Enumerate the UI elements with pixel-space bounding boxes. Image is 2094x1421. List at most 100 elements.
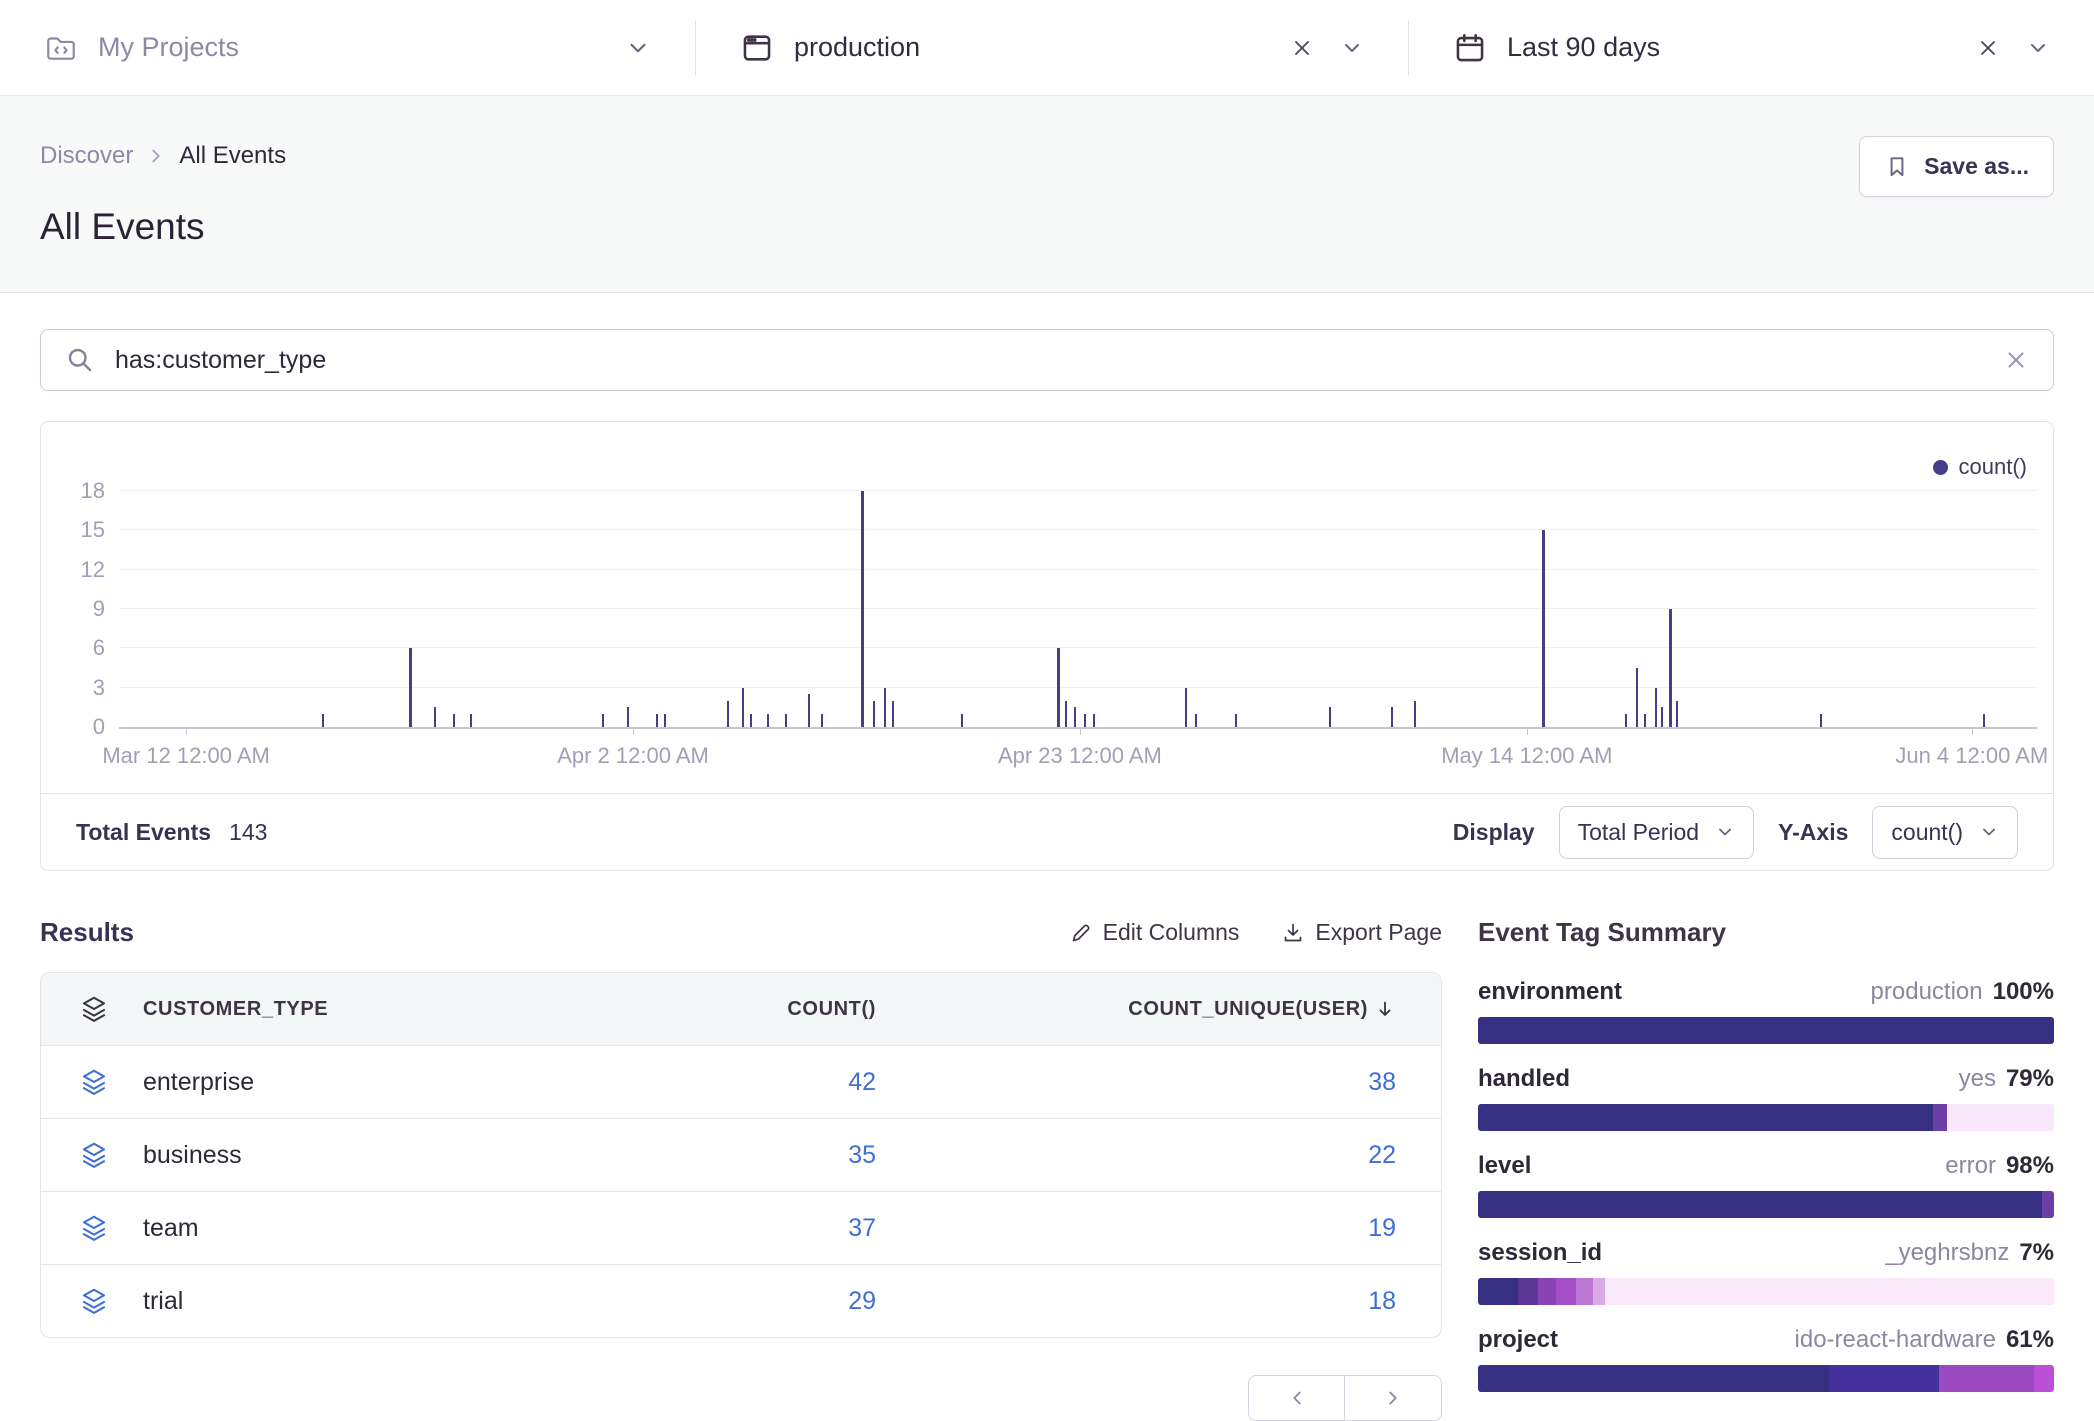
count-unique-cell-link[interactable]: 22 bbox=[1368, 1141, 1396, 1170]
search-clear-icon[interactable] bbox=[2003, 347, 2029, 373]
chart-bar bbox=[884, 688, 886, 727]
y-axis-tick-label: 15 bbox=[81, 517, 105, 543]
tag-top-value: yes79% bbox=[1959, 1065, 2054, 1093]
customer-type-cell: enterprise bbox=[143, 1068, 556, 1097]
stack-icon bbox=[79, 1067, 143, 1097]
display-dropdown[interactable]: Total Period bbox=[1559, 806, 1754, 859]
events-chart: count() 0369121518Mar 12 12:00 AMApr 2 1… bbox=[41, 422, 2053, 793]
table-row[interactable]: business3522 bbox=[41, 1118, 1441, 1191]
chevron-right-icon bbox=[1382, 1387, 1404, 1409]
count-cell-link[interactable]: 29 bbox=[848, 1287, 876, 1316]
breadcrumb-chevron-right-icon bbox=[145, 145, 167, 167]
table-row[interactable]: team3719 bbox=[41, 1191, 1441, 1264]
results-section: Results Edit Columns Export Page CUSTOME… bbox=[40, 915, 1442, 1421]
events-chart-card: count() 0369121518Mar 12 12:00 AMApr 2 1… bbox=[40, 421, 2054, 871]
pagination-previous-button[interactable] bbox=[1248, 1375, 1345, 1421]
chart-bar bbox=[1329, 707, 1331, 727]
y-axis-tick-label: 6 bbox=[93, 635, 105, 661]
column-header-count-unique[interactable]: COUNT_UNIQUE(USER) bbox=[1128, 998, 1396, 1021]
chart-bar bbox=[1185, 688, 1187, 727]
date-range-clear-icon[interactable] bbox=[1976, 36, 2000, 60]
legend-series-label: count() bbox=[1959, 454, 2027, 480]
count-unique-cell-link[interactable]: 18 bbox=[1368, 1287, 1396, 1316]
chart-bar bbox=[1625, 714, 1627, 727]
event-tag-summary-section: Event Tag Summary environmentproduction1… bbox=[1478, 915, 2054, 1421]
tag-top-value: error98% bbox=[1945, 1152, 2054, 1180]
column-header-count[interactable]: COUNT() bbox=[787, 998, 876, 1021]
page-header: Discover All Events Save as... All Event… bbox=[0, 96, 2094, 293]
tag-value: ido-react-hardware bbox=[1795, 1326, 1996, 1354]
tag-value: production bbox=[1871, 978, 1983, 1006]
tag-distribution-bar[interactable] bbox=[1478, 1278, 2054, 1305]
chart-bar bbox=[808, 694, 810, 727]
browser-window-icon bbox=[740, 31, 774, 65]
pagination-next-button[interactable] bbox=[1345, 1375, 1442, 1421]
customer-type-cell: trial bbox=[143, 1287, 556, 1316]
tag-bar-segment bbox=[1518, 1278, 1538, 1305]
chart-bar bbox=[1542, 530, 1545, 727]
chart-gridline bbox=[119, 647, 2037, 648]
count-cell-link[interactable]: 42 bbox=[848, 1068, 876, 1097]
tag-name[interactable]: level bbox=[1478, 1152, 1531, 1180]
search-icon bbox=[65, 345, 95, 375]
display-label: Display bbox=[1453, 819, 1535, 846]
chart-gridline bbox=[119, 529, 2037, 530]
environment-filter[interactable]: production bbox=[696, 0, 1408, 95]
tag-distribution-bar[interactable] bbox=[1478, 1104, 2054, 1131]
y-axis-tick-label: 0 bbox=[93, 714, 105, 740]
project-selector-label: My Projects bbox=[98, 32, 239, 63]
column-header-customer-type[interactable]: CUSTOMER_TYPE bbox=[143, 998, 556, 1021]
tag-distribution-bar[interactable] bbox=[1478, 1191, 2054, 1218]
chart-bar bbox=[1655, 688, 1657, 727]
y-axis-tick-label: 9 bbox=[93, 596, 105, 622]
count-cell-link[interactable]: 37 bbox=[848, 1214, 876, 1243]
event-tag-summary-heading: Event Tag Summary bbox=[1478, 917, 2054, 948]
chart-bar bbox=[627, 707, 629, 727]
tag-name[interactable]: session_id bbox=[1478, 1239, 1602, 1267]
chart-bar bbox=[727, 701, 729, 727]
chart-bar bbox=[961, 714, 963, 727]
project-selector-chevron-down-icon[interactable] bbox=[625, 35, 651, 61]
edit-columns-button[interactable]: Edit Columns bbox=[1069, 919, 1240, 946]
tag-summary-list: environmentproduction100%handledyes79%le… bbox=[1478, 978, 2054, 1392]
tag-distribution-bar[interactable] bbox=[1478, 1017, 2054, 1044]
table-row[interactable]: trial 29 18 bbox=[41, 1264, 1441, 1337]
results-table-body: enterprise4238business3522team3719trial2… bbox=[41, 1045, 1441, 1337]
breadcrumb-discover-link[interactable]: Discover bbox=[40, 142, 133, 170]
pagination bbox=[40, 1375, 1442, 1421]
count-unique-cell-link[interactable]: 38 bbox=[1368, 1068, 1396, 1097]
count-unique-cell-link[interactable]: 19 bbox=[1368, 1214, 1396, 1243]
x-axis-tick-label: Apr 2 12:00 AM bbox=[557, 743, 709, 769]
environment-clear-icon[interactable] bbox=[1290, 36, 1314, 60]
date-range-chevron-down-icon[interactable] bbox=[2026, 36, 2050, 60]
tag-name[interactable]: project bbox=[1478, 1326, 1558, 1354]
tag-name[interactable]: environment bbox=[1478, 978, 1622, 1006]
tag-bar-segment bbox=[1933, 1104, 1947, 1131]
chart-plot-area[interactable]: 0369121518Mar 12 12:00 AMApr 2 12:00 AMA… bbox=[119, 491, 2037, 729]
y-axis-dropdown[interactable]: count() bbox=[1872, 806, 2018, 859]
column-header-count-unique-label: COUNT_UNIQUE(USER) bbox=[1128, 998, 1368, 1021]
chart-bar bbox=[1093, 714, 1095, 727]
save-as-button[interactable]: Save as... bbox=[1859, 136, 2054, 197]
tag-bar-segment bbox=[1939, 1365, 2034, 1392]
stack-icon bbox=[79, 1213, 143, 1243]
tag-bar-segment bbox=[1829, 1365, 1938, 1392]
date-range-filter[interactable]: Last 90 days bbox=[1409, 0, 2094, 95]
search-bar[interactable] bbox=[40, 329, 2054, 391]
project-selector[interactable]: My Projects bbox=[0, 0, 695, 95]
chart-bar bbox=[1195, 714, 1197, 727]
tag-name[interactable]: handled bbox=[1478, 1065, 1570, 1093]
search-input[interactable] bbox=[113, 345, 1985, 376]
environment-chevron-down-icon[interactable] bbox=[1340, 36, 1364, 60]
tag-percent: 7% bbox=[2019, 1239, 2054, 1267]
tag-bar-segment bbox=[1478, 1104, 1933, 1131]
x-axis-tick-label: Mar 12 12:00 AM bbox=[102, 743, 270, 769]
total-events-label: Total Events bbox=[76, 819, 211, 846]
export-page-button[interactable]: Export Page bbox=[1281, 919, 1442, 946]
count-cell-link[interactable]: 35 bbox=[848, 1141, 876, 1170]
tag-bar-segment bbox=[1478, 1278, 1518, 1305]
tag-distribution-bar[interactable] bbox=[1478, 1365, 2054, 1392]
table-row[interactable]: enterprise 42 38 bbox=[41, 1045, 1441, 1118]
x-axis-tick bbox=[1972, 727, 1973, 735]
tag-percent: 98% bbox=[2006, 1152, 2054, 1180]
